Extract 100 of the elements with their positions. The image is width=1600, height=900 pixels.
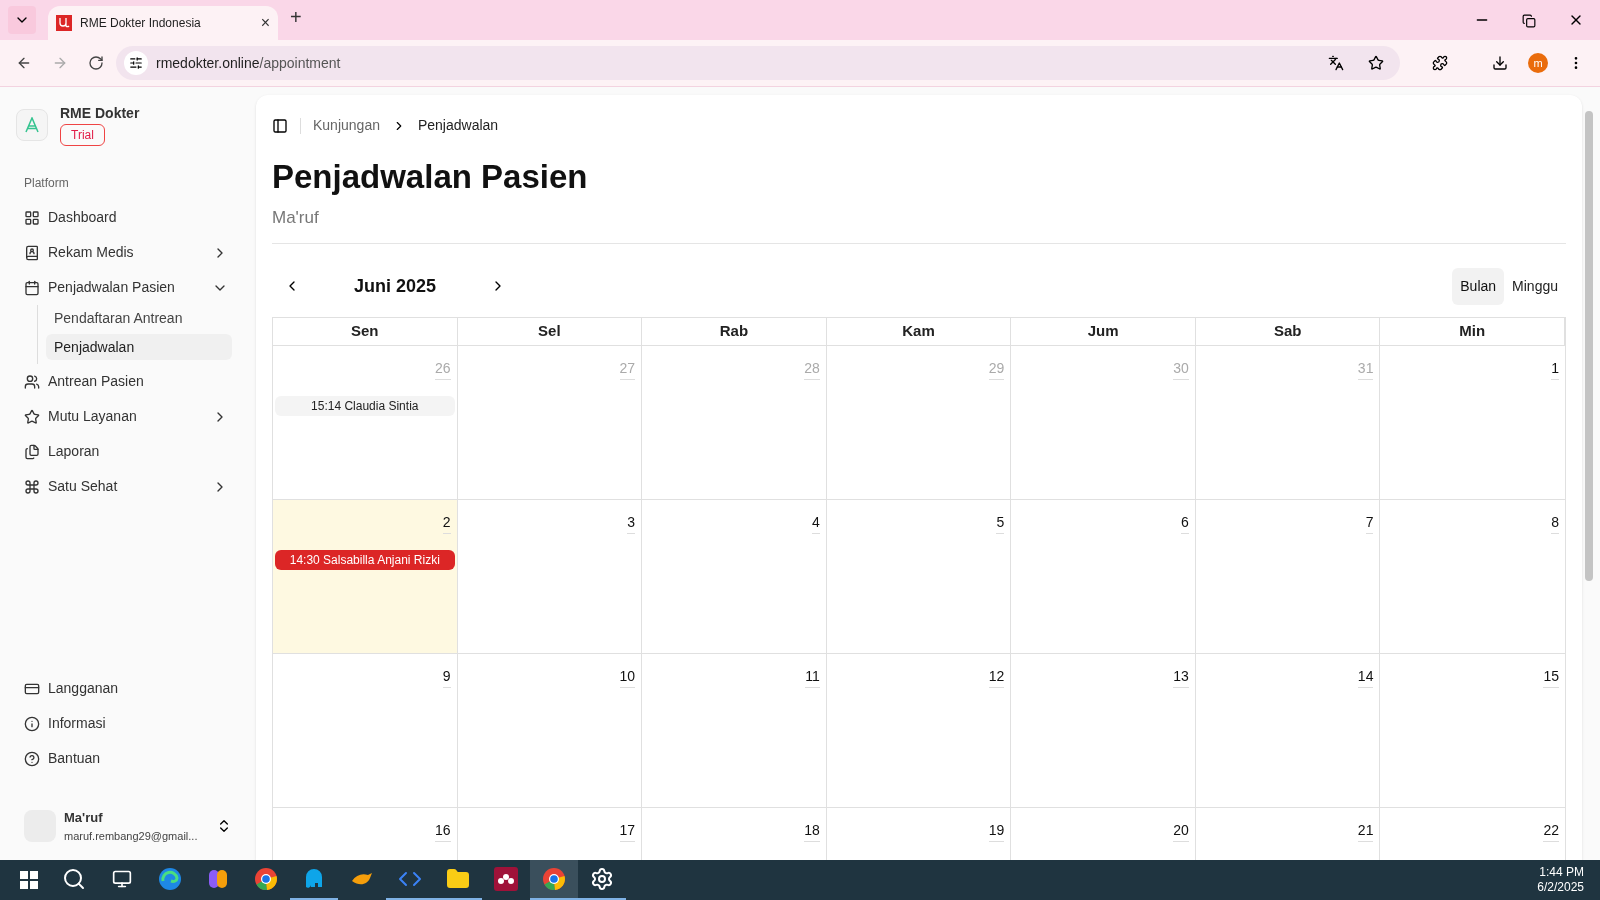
day-cell[interactable]: 26 15:14 Claudia Sintia xyxy=(273,345,458,500)
day-number: 5 xyxy=(996,511,1005,534)
day-number: 14 xyxy=(1357,665,1374,688)
day-number: 13 xyxy=(1173,665,1189,688)
day-cell[interactable]: 12 xyxy=(826,653,1012,808)
appointment-event[interactable]: 14:30 Salsabilla Anjani Rizki xyxy=(275,549,455,570)
url-path: /appointment xyxy=(259,53,341,73)
day-number: 15 xyxy=(1543,665,1559,688)
sidebar-item[interactable]: Satu Sehat xyxy=(8,469,248,504)
tab-list-button[interactable] xyxy=(8,6,36,34)
clock-date[interactable]: 6/2/2025 xyxy=(1537,880,1584,895)
day-cell[interactable]: 14 xyxy=(1195,653,1381,808)
day-number: 31 xyxy=(1357,357,1374,380)
day-number: 18 xyxy=(804,819,820,842)
breadcrumb-link[interactable]: Kunjungan xyxy=(313,115,380,136)
day-cell[interactable]: 19 xyxy=(826,807,1012,860)
translate-icon[interactable] xyxy=(1328,55,1344,71)
appointment-event[interactable]: 15:14 Claudia Sintia xyxy=(275,395,455,416)
grid-icon xyxy=(24,209,40,226)
back-icon[interactable] xyxy=(16,55,32,71)
extensions-icon[interactable] xyxy=(1432,55,1448,71)
day-cell[interactable]: 5 xyxy=(826,499,1012,654)
day-cell[interactable]: 6 xyxy=(1011,499,1196,654)
app-name: RME Dokter xyxy=(60,104,140,123)
sidebar-item[interactable]: Penjadwalan Pasien xyxy=(8,270,248,305)
user-menu[interactable]: Ma'ruf maruf.rembang29@gmail... xyxy=(8,808,248,844)
download-icon[interactable] xyxy=(1492,55,1508,71)
colorful-logo-icon[interactable] xyxy=(206,867,230,891)
sidebar-item[interactable]: Antrean Pasien xyxy=(8,364,248,399)
day-number: 10 xyxy=(619,665,636,688)
sidebar-item[interactable]: Laporan xyxy=(8,434,248,469)
tab-close-button[interactable]: × xyxy=(260,11,270,35)
new-tab-button[interactable]: + xyxy=(290,2,302,32)
day-cell[interactable]: 21 xyxy=(1195,807,1381,860)
sidebar-item[interactable]: Bantuan xyxy=(8,741,248,776)
day-number: 26 xyxy=(435,357,451,380)
day-cell[interactable]: 7 xyxy=(1195,499,1381,654)
day-number: 6 xyxy=(1181,511,1189,534)
star-icon xyxy=(24,408,40,425)
day-cell[interactable]: 18 xyxy=(642,807,827,860)
page-title: Penjadwalan Pasien xyxy=(272,157,589,197)
sidebar-item[interactable]: Dashboard xyxy=(8,200,248,235)
day-number: 20 xyxy=(1173,819,1189,842)
sidebar-item[interactable]: Informasi xyxy=(8,706,248,741)
wave-logo-icon[interactable] xyxy=(158,867,182,891)
day-cell[interactable]: 20 xyxy=(1011,807,1196,860)
browser-logo-icon[interactable] xyxy=(542,867,566,891)
info-icon xyxy=(24,715,40,732)
sidebar-subitem[interactable]: Penjadwalan xyxy=(46,334,232,360)
day-cell[interactable]: 17 xyxy=(457,807,643,860)
clock-time[interactable]: 1:44 PM xyxy=(1539,865,1584,880)
day-cell[interactable]: 4 xyxy=(642,499,827,654)
restore-icon[interactable] xyxy=(1522,14,1536,28)
folder-icon[interactable] xyxy=(446,867,470,891)
view-toggle[interactable]: Minggu xyxy=(1504,267,1566,305)
day-cell[interactable]: 16 xyxy=(273,807,458,860)
settings-icon[interactable] xyxy=(590,867,614,891)
sidebar-item[interactable]: Rekam Medis xyxy=(8,235,248,270)
day-number: 7 xyxy=(1365,511,1374,534)
pages-icon xyxy=(24,443,40,460)
view-toggle[interactable]: Bulan xyxy=(1452,267,1505,305)
day-cell[interactable]: 2 14:30 Salsabilla Anjani Rizki xyxy=(273,499,458,654)
user-email: maruf.rembang29@gmail... xyxy=(64,828,199,844)
day-number: 3 xyxy=(627,511,636,534)
trial-badge: Trial xyxy=(60,124,105,146)
day-cell[interactable]: 9 xyxy=(273,653,458,808)
address-bar[interactable]: rmedokter.online/appointment xyxy=(116,46,1400,80)
search-icon[interactable] xyxy=(62,867,86,891)
day-number: 1 xyxy=(1551,357,1559,380)
browser-tab[interactable]: RME Dokter Indonesia × xyxy=(48,6,278,40)
day-number: 27 xyxy=(619,357,636,380)
weekday-header: Kam xyxy=(826,317,1012,346)
day-number: 11 xyxy=(805,665,820,688)
windows-start-icon[interactable] xyxy=(20,871,38,889)
day-number: 2 xyxy=(442,511,451,534)
day-cell[interactable]: 13 xyxy=(1011,653,1196,808)
bookmark-star-icon[interactable] xyxy=(1368,55,1384,71)
browser-logo-icon[interactable] xyxy=(254,867,278,891)
day-cell[interactable]: 11 xyxy=(642,653,827,808)
sidebar-item[interactable]: Mutu Layanan xyxy=(8,399,248,434)
dots-logo-icon[interactable] xyxy=(494,867,518,891)
day-cell[interactable]: 10 xyxy=(457,653,643,808)
day-number: 8 xyxy=(1551,511,1559,534)
sidebar-subitem[interactable]: Pendaftaran Antrean xyxy=(46,305,232,331)
weekday-header: Sen xyxy=(273,317,458,346)
day-number: 29 xyxy=(988,357,1005,380)
sidebar-toggle-icon[interactable] xyxy=(272,117,288,134)
page-subtitle: Ma'ruf xyxy=(272,205,1566,244)
reload-icon[interactable] xyxy=(88,55,104,71)
users-icon xyxy=(24,373,40,390)
site-settings-icon[interactable] xyxy=(129,56,143,70)
breadcrumb-current: Penjadwalan xyxy=(417,116,499,135)
tab-title: RME Dokter Indonesia xyxy=(80,15,202,32)
sidebar-item[interactable]: Langganan xyxy=(8,671,248,706)
weekday-header: Rab xyxy=(642,317,827,346)
day-cell[interactable]: 3 xyxy=(457,499,643,654)
weekday-header: Sab xyxy=(1195,317,1381,346)
stethoscope-logo-icon xyxy=(56,15,72,31)
day-number: 21 xyxy=(1357,819,1374,842)
section-label: Platform xyxy=(23,175,70,192)
